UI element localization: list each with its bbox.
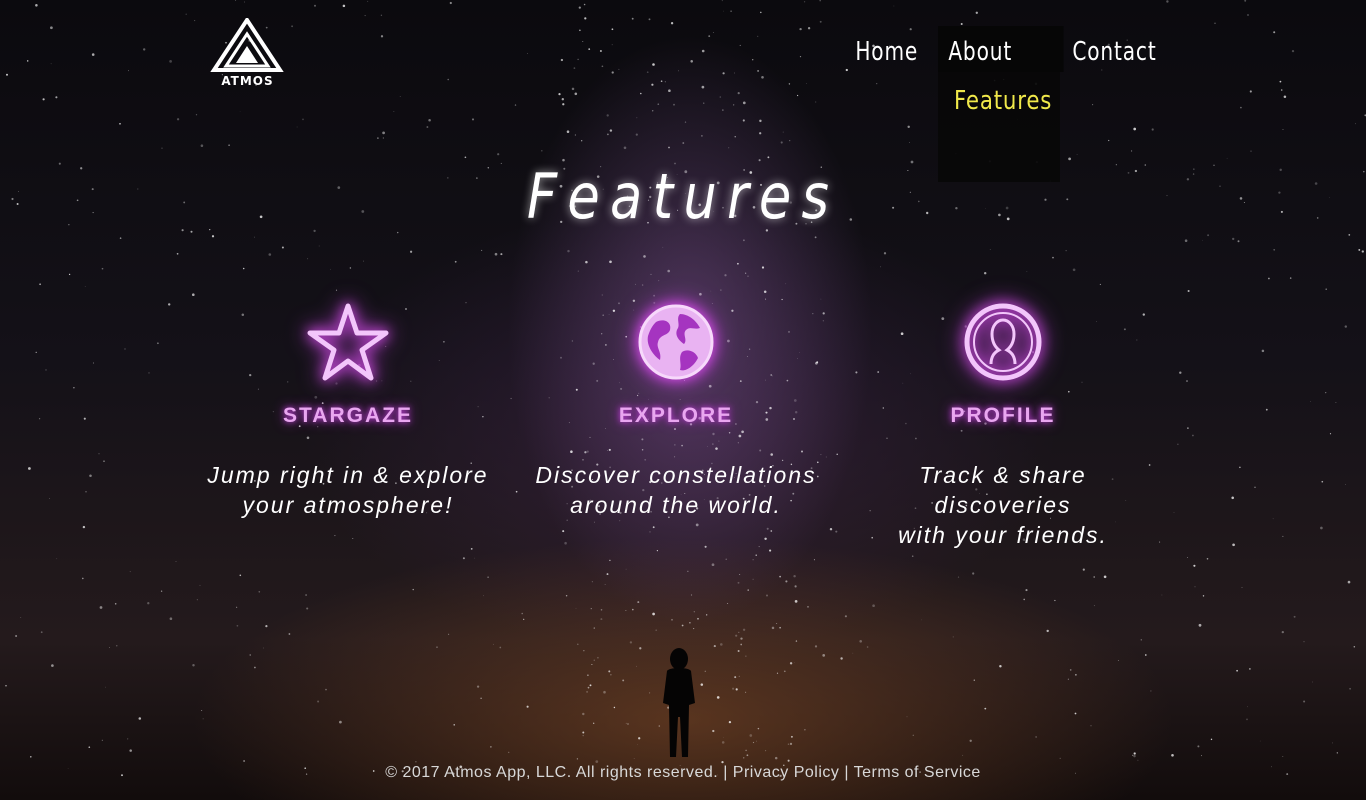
- globe-icon: [638, 304, 714, 380]
- nav-home[interactable]: Home: [845, 26, 929, 72]
- feature-label: STARGAZE: [283, 404, 413, 427]
- dropdown-item-features[interactable]: Features: [954, 86, 1052, 116]
- logo-text: ATMOS: [221, 74, 274, 88]
- feature-desc-line: Discover constellations: [535, 462, 817, 488]
- atmos-logo[interactable]: ATMOS: [210, 16, 285, 93]
- star-icon: [307, 303, 389, 381]
- profile-icon: [964, 303, 1042, 381]
- feature-desc-line: Jump right in & explore: [207, 462, 489, 488]
- feature-label: EXPLORE: [618, 404, 734, 427]
- nav-about[interactable]: About: [938, 26, 1064, 72]
- nav-contact[interactable]: Contact: [1062, 26, 1167, 72]
- footer-separator: |: [844, 764, 849, 781]
- page-title: Features: [526, 160, 840, 233]
- feature-stargaze: STARGAZE Jump right in & explore your at…: [198, 300, 498, 520]
- feature-description: Jump right in & explore your atmosphere!: [198, 460, 498, 520]
- feature-desc-line: with your friends.: [898, 522, 1108, 548]
- logo-mark-icon: [210, 16, 284, 72]
- feature-description: Track & share discoveries with your frie…: [853, 460, 1153, 550]
- feature-label: PROFILE: [950, 404, 1056, 427]
- feature-desc-line: around the world.: [570, 492, 782, 518]
- privacy-policy-link[interactable]: Privacy Policy: [733, 764, 840, 781]
- footer-copyright: © 2017 Atmos App, LLC. All rights reserv…: [385, 764, 719, 781]
- feature-description: Discover constellations around the world…: [526, 460, 826, 520]
- feature-desc-line: Track & share discoveries: [919, 462, 1087, 518]
- feature-explore: EXPLORE Discover constellations around t…: [526, 300, 826, 520]
- feature-profile: PROFILE Track & share discoveries with y…: [853, 300, 1153, 550]
- person-silhouette: [663, 648, 695, 757]
- footer-separator: |: [723, 764, 728, 781]
- footer: © 2017 Atmos App, LLC. All rights reserv…: [0, 764, 1366, 782]
- terms-of-service-link[interactable]: Terms of Service: [854, 764, 981, 781]
- feature-desc-line: your atmosphere!: [242, 492, 454, 518]
